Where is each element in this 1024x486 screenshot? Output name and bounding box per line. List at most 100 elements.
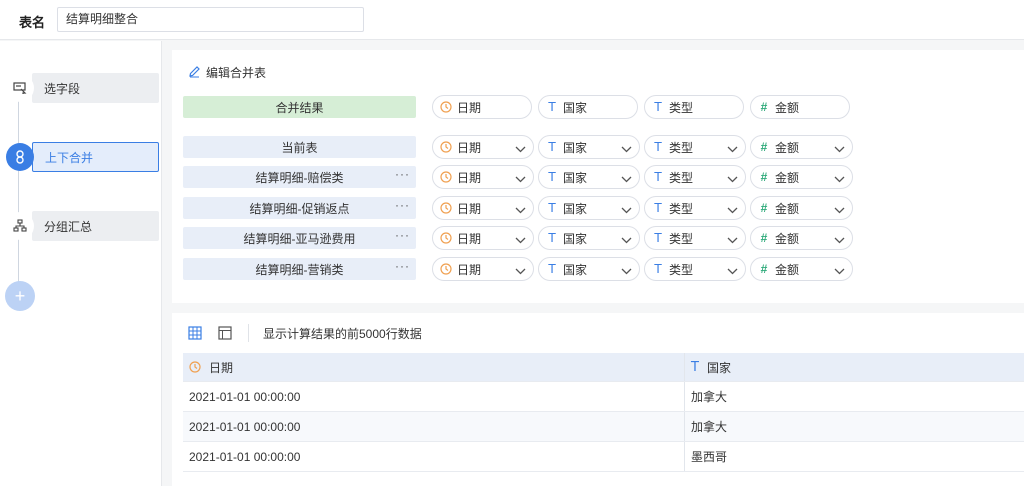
field-mapping-select[interactable]: # 金额 <box>750 226 853 250</box>
result-field-pill: T 国家 <box>538 95 638 119</box>
table-name: 结算明细-亚马逊费用 <box>243 231 356 246</box>
column-header-date[interactable]: 日期 <box>183 353 685 381</box>
field-mapping-select[interactable]: 日期 <box>432 135 534 159</box>
step-select-fields[interactable]: 选字段 <box>6 73 159 103</box>
table-more-menu[interactable]: ··· <box>395 167 410 181</box>
merge-link-icon <box>6 143 34 171</box>
column-header-label: 日期 <box>209 360 234 375</box>
field-mapping-select[interactable]: T 国家 <box>538 257 640 281</box>
text-type-icon: T <box>654 201 662 215</box>
field-mapping-select[interactable]: T 类型 <box>644 135 746 159</box>
text-type-icon: T <box>654 170 662 184</box>
field-mapping-select[interactable]: T 类型 <box>644 257 746 281</box>
step-label: 上下合并 <box>32 142 159 172</box>
source-table-label: 结算明细-营销类 ··· <box>183 258 416 280</box>
top-bar: 表名 结算明细整合 <box>0 0 1024 40</box>
text-type-icon: T <box>654 140 662 154</box>
field-mapping-select[interactable]: T 类型 <box>644 165 746 189</box>
number-hash-icon: # <box>760 231 768 245</box>
clock-icon <box>439 202 453 214</box>
text-type-icon: T <box>548 262 556 276</box>
group-tree-icon <box>6 212 34 240</box>
table-more-menu[interactable]: ··· <box>395 259 410 273</box>
field-label: 金额 <box>775 231 800 246</box>
clock-icon <box>439 171 453 183</box>
field-label: 金额 <box>775 140 800 155</box>
text-type-icon: T <box>548 201 556 215</box>
step-connector-line <box>18 89 19 289</box>
field-label: 日期 <box>457 201 482 216</box>
clock-icon <box>439 263 453 275</box>
result-field-pill: 日期 <box>432 95 532 119</box>
field-label: 金额 <box>775 170 800 185</box>
chevron-down-icon <box>515 203 526 217</box>
chevron-down-icon <box>834 233 845 247</box>
result-field-pill: T 类型 <box>644 95 744 119</box>
table-more-menu[interactable]: ··· <box>395 198 410 212</box>
chevron-down-icon <box>621 203 632 217</box>
field-label: 金额 <box>775 201 800 216</box>
merge-result-label: 合并结果 <box>183 96 416 118</box>
field-label: 国家 <box>563 262 588 277</box>
field-label: 国家 <box>563 170 588 185</box>
text-type-icon: T <box>654 100 662 114</box>
field-mapping-select[interactable]: 日期 <box>432 226 534 250</box>
table-name-input[interactable]: 结算明细整合 <box>57 7 364 32</box>
text-type-icon: T <box>654 231 662 245</box>
table-cell: 2021-01-01 00:00:00 <box>183 412 685 441</box>
field-mapping-select[interactable]: T 类型 <box>644 226 746 250</box>
field-mapping-select[interactable]: # 金额 <box>750 257 853 281</box>
text-type-icon: T <box>654 262 662 276</box>
table-view-icon[interactable] <box>188 326 202 340</box>
toolbar-divider <box>248 324 249 342</box>
add-step-button[interactable]: + <box>5 281 35 311</box>
clock-icon <box>439 101 453 113</box>
field-label: 日期 <box>457 140 482 155</box>
text-type-icon: T <box>548 231 556 245</box>
text-type-icon: T <box>548 140 556 154</box>
field-mapping-select[interactable]: T 国家 <box>538 165 640 189</box>
table-cell: 加拿大 <box>691 390 728 404</box>
table-cell: 加拿大 <box>691 420 728 434</box>
text-type-icon: T <box>548 170 556 184</box>
field-mapping-select[interactable]: 日期 <box>432 196 534 220</box>
field-mapping-select[interactable]: # 金额 <box>750 135 853 159</box>
chevron-down-icon <box>834 264 845 278</box>
field-label: 金额 <box>775 100 800 115</box>
chevron-down-icon <box>834 172 845 186</box>
number-hash-icon: # <box>760 262 768 276</box>
table-row: 2021-01-01 00:00:00 墨西哥 <box>183 442 1024 472</box>
step-group-summary[interactable]: 分组汇总 <box>6 211 159 241</box>
field-label: 日期 <box>457 262 482 277</box>
field-mapping-select[interactable]: 日期 <box>432 257 534 281</box>
field-mapping-select[interactable]: T 国家 <box>538 226 640 250</box>
chevron-down-icon <box>727 203 738 217</box>
chevron-down-icon <box>834 142 845 156</box>
field-label: 类型 <box>669 231 694 246</box>
layout-view-icon[interactable] <box>218 326 232 340</box>
field-mapping-select[interactable]: 日期 <box>432 165 534 189</box>
number-hash-icon: # <box>760 170 768 184</box>
chevron-down-icon <box>727 264 738 278</box>
chevron-down-icon <box>515 233 526 247</box>
table-row: 2021-01-01 00:00:00 加拿大 <box>183 382 1024 412</box>
chevron-down-icon <box>727 172 738 186</box>
column-header-country[interactable]: T 国家 <box>685 353 1024 381</box>
table-more-menu[interactable]: ··· <box>395 228 410 242</box>
chevron-down-icon <box>515 142 526 156</box>
merge-title[interactable]: 编辑合并表 <box>188 64 266 81</box>
preview-caption: 显示计算结果的前5000行数据 <box>263 326 422 341</box>
field-mapping-select[interactable]: # 金额 <box>750 196 853 220</box>
field-mapping-select[interactable]: T 国家 <box>538 196 640 220</box>
field-label: 金额 <box>775 262 800 277</box>
step-vertical-merge[interactable]: 上下合并 <box>6 142 159 172</box>
field-label: 日期 <box>457 100 482 115</box>
field-mapping-select[interactable]: # 金额 <box>750 165 853 189</box>
field-label: 类型 <box>669 100 694 115</box>
field-mapping-select[interactable]: T 类型 <box>644 196 746 220</box>
step-sidebar: 选字段 上下合并 分组汇总 + <box>0 41 162 486</box>
field-mapping-select[interactable]: T 国家 <box>538 135 640 159</box>
chevron-down-icon <box>621 264 632 278</box>
table-cell: 墨西哥 <box>691 450 728 464</box>
table-cell: 2021-01-01 00:00:00 <box>183 382 685 411</box>
